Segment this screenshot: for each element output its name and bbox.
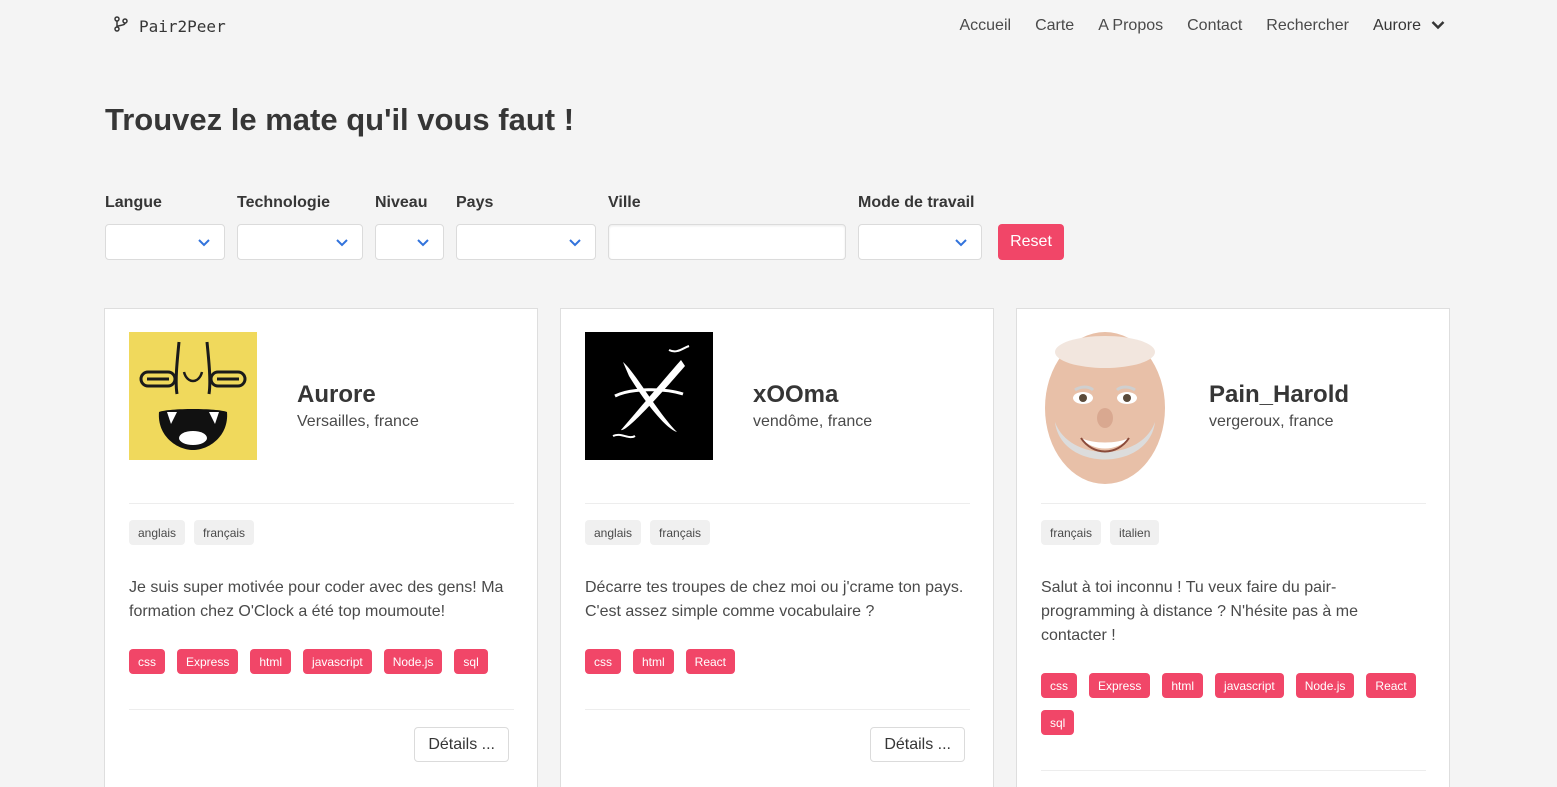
user-description: Salut à toi inconnu ! Tu veux faire du p…	[1041, 579, 1358, 644]
reset-button[interactable]: Reset	[998, 224, 1064, 260]
page-title: Trouvez le mate qu'il vous faut !	[105, 102, 575, 137]
git-branch-icon	[113, 16, 129, 36]
langue-select[interactable]	[105, 224, 225, 260]
user-name: Aurore	[297, 381, 376, 408]
technology-tag: Node.js	[1295, 673, 1355, 698]
nav-link-accueil[interactable]: Accueil	[959, 17, 1011, 35]
filter-mode: Mode de travail	[858, 194, 982, 260]
brand-name: Pair2Peer	[139, 16, 226, 36]
user-card-xooma: xOOma vendôme, france anglais français D…	[560, 308, 994, 787]
brand-logo[interactable]: Pair2Peer	[113, 14, 226, 38]
navbar: Pair2Peer Accueil Carte A Propos Contact…	[0, 0, 1557, 52]
avatar	[129, 332, 257, 460]
user-location: vergeroux, france	[1209, 413, 1334, 430]
technology-tag: React	[1366, 673, 1416, 698]
technology-tag: Node.js	[383, 649, 443, 674]
user-card-pain-harold: Pain_Harold vergeroux, france français i…	[1016, 308, 1450, 787]
chevron-down-icon	[1431, 17, 1445, 35]
nav-link-carte[interactable]: Carte	[1035, 17, 1074, 35]
technology-tags: css html React	[585, 649, 975, 674]
nav-links: Accueil Carte A Propos Contact Recherche…	[935, 14, 1445, 38]
divider	[129, 709, 514, 710]
chevron-down-icon	[569, 239, 581, 247]
filter-ville: Ville	[608, 194, 846, 260]
user-menu-label: Aurore	[1372, 17, 1421, 34]
technology-tags: css Express html javascript Node.js sql	[129, 649, 519, 674]
technology-tag: React	[685, 649, 736, 674]
user-name: xOOma	[753, 381, 839, 408]
user-description: Je suis super motivée pour coder avec de…	[129, 579, 504, 620]
chevron-down-icon	[417, 239, 429, 247]
technology-tag: html	[1162, 673, 1204, 698]
filter-pays: Pays	[456, 194, 596, 260]
technology-tag: css	[129, 649, 165, 674]
technology-tags: css Express html javascript Node.js Reac…	[1041, 673, 1431, 735]
user-location: vendôme, france	[753, 413, 873, 430]
nav-link-contact[interactable]: Contact	[1187, 17, 1242, 35]
filter-technologie: Technologie	[237, 194, 363, 260]
language-tags: anglais français	[129, 520, 255, 545]
technology-tag: javascript	[303, 649, 372, 674]
filter-langue: Langue	[105, 194, 225, 260]
language-tags: anglais français	[585, 520, 711, 545]
technology-tag: css	[1041, 673, 1077, 698]
user-location: Versailles, france	[297, 413, 419, 430]
language-tag: français	[194, 520, 255, 545]
divider	[1041, 770, 1426, 771]
divider	[1041, 503, 1426, 504]
language-tags: français italien	[1041, 520, 1160, 545]
avatar	[585, 332, 713, 460]
language-tag: italien	[1110, 520, 1160, 545]
chevron-down-icon	[336, 239, 348, 247]
filter-ville-label: Ville	[608, 194, 641, 211]
filter-technologie-label: Technologie	[237, 194, 331, 211]
nav-link-rechercher[interactable]: Rechercher	[1266, 17, 1349, 35]
technologie-select[interactable]	[237, 224, 363, 260]
divider	[585, 503, 970, 504]
language-tag: anglais	[129, 520, 186, 545]
user-menu[interactable]: Aurore	[1373, 17, 1445, 35]
chevron-down-icon	[198, 239, 210, 247]
language-tag: français	[650, 520, 711, 545]
language-tag: français	[1041, 520, 1102, 545]
ville-input[interactable]	[608, 224, 846, 260]
details-button[interactable]: Détails ...	[870, 727, 965, 762]
divider	[129, 503, 514, 504]
pays-select[interactable]	[456, 224, 596, 260]
mode-select[interactable]	[858, 224, 982, 260]
technology-tag: html	[250, 649, 292, 674]
language-tag: anglais	[585, 520, 642, 545]
chevron-down-icon	[955, 239, 967, 247]
avatar	[1041, 332, 1169, 484]
niveau-select[interactable]	[375, 224, 444, 260]
technology-tag: Express	[177, 649, 239, 674]
technology-tag: Express	[1089, 673, 1151, 698]
user-description: Décarre tes troupes de chez moi ou j'cra…	[585, 579, 964, 620]
technology-tag: sql	[1041, 710, 1075, 735]
technology-tag: html	[633, 649, 674, 674]
user-card-aurore: Aurore Versailles, france anglais frança…	[104, 308, 538, 787]
divider	[585, 709, 970, 710]
filter-langue-label: Langue	[105, 194, 162, 211]
technology-tag: sql	[454, 649, 488, 674]
technology-tag: css	[585, 649, 621, 674]
filter-mode-label: Mode de travail	[858, 194, 975, 211]
filter-pays-label: Pays	[456, 194, 494, 211]
filter-niveau-label: Niveau	[375, 194, 428, 211]
nav-link-a-propos[interactable]: A Propos	[1098, 17, 1163, 35]
details-button[interactable]: Détails ...	[414, 727, 509, 762]
technology-tag: javascript	[1215, 673, 1284, 698]
filter-niveau: Niveau	[375, 194, 444, 260]
user-name: Pain_Harold	[1209, 381, 1350, 408]
